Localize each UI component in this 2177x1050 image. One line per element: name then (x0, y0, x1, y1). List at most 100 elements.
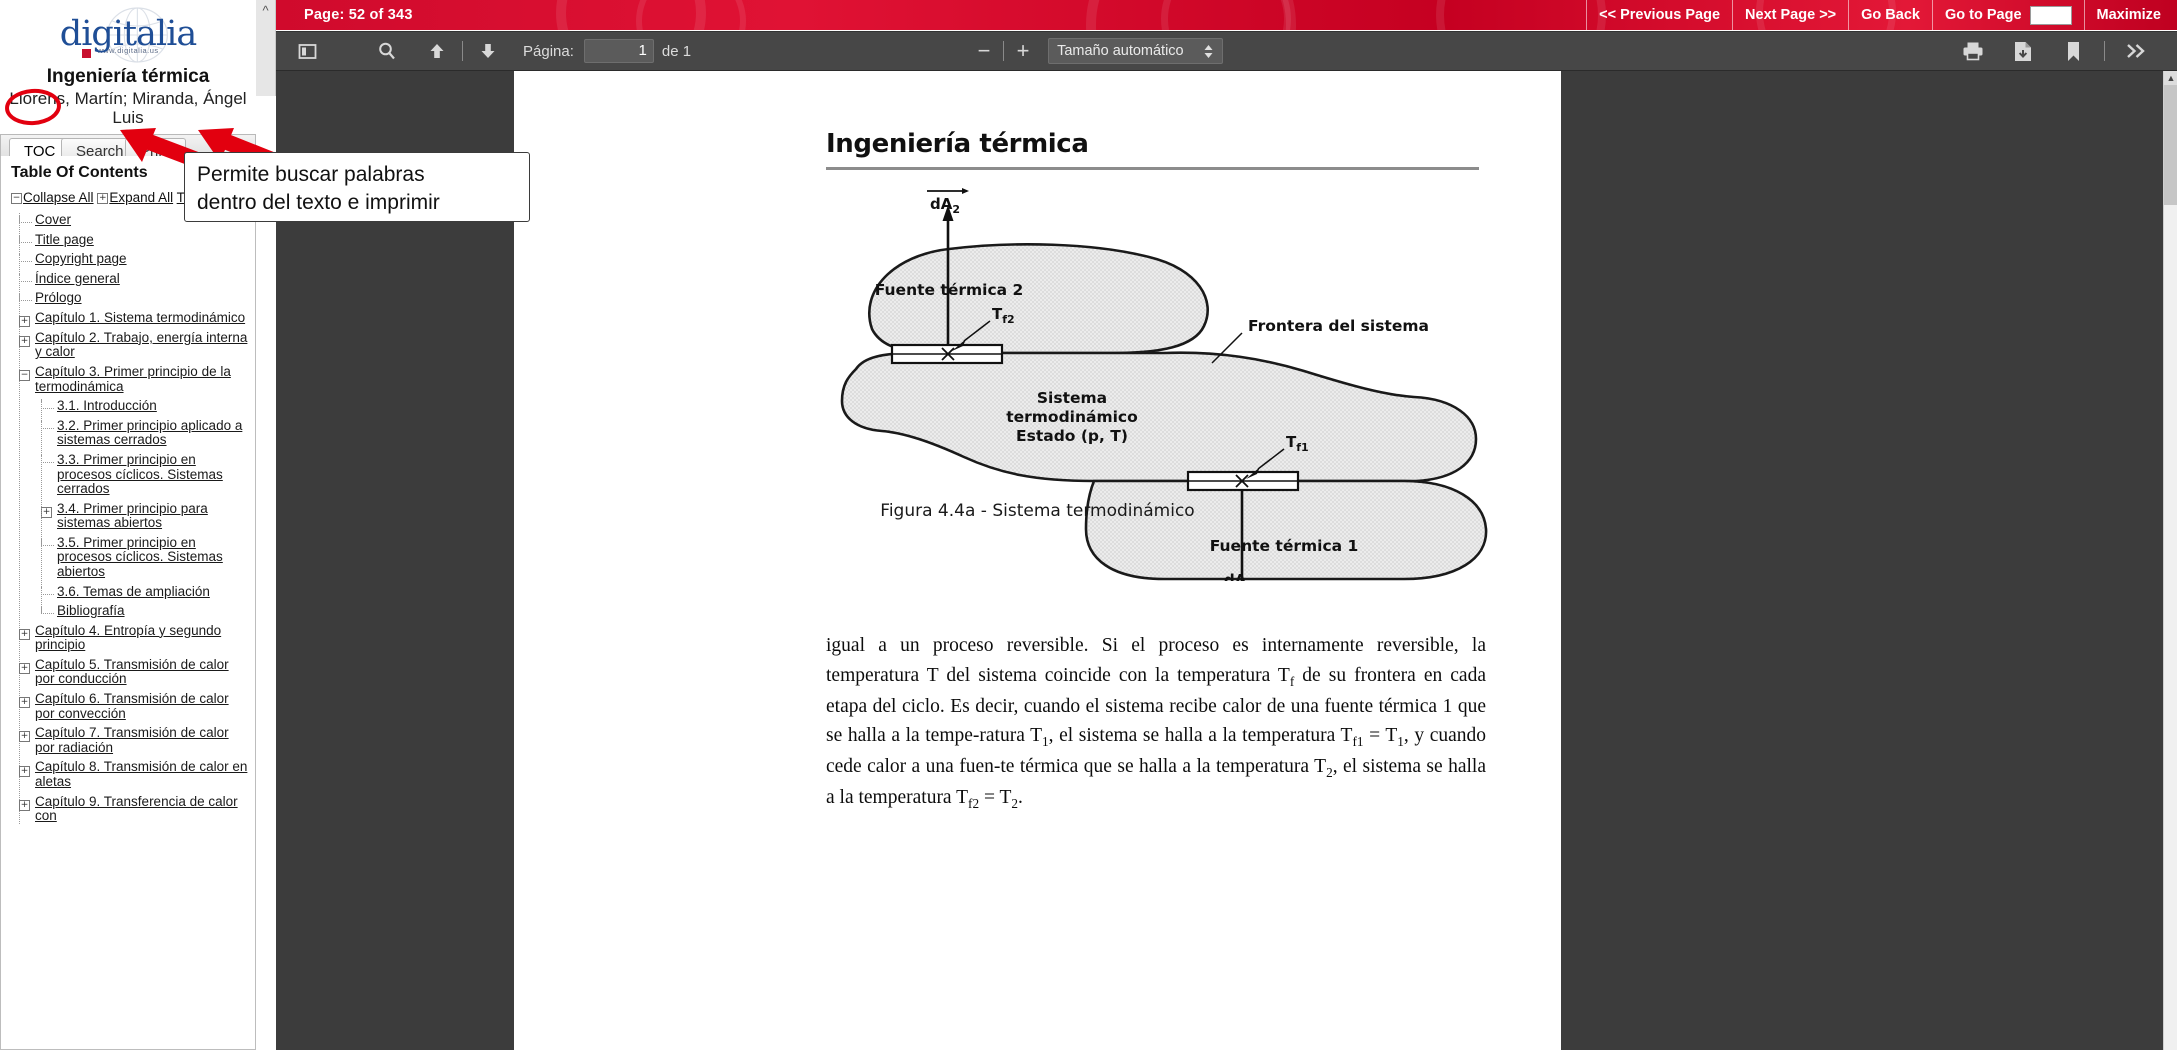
book-authors: Llorens, Martín; Miranda, Ángel Luis (9, 88, 247, 128)
expand-all-icon[interactable]: + (97, 192, 109, 204)
toc-expand-icon[interactable]: + (19, 728, 32, 743)
toc-item-label[interactable]: Cover (35, 212, 71, 228)
toc-item[interactable]: + Capítulo 6. Transmisión de calor por co… (19, 691, 251, 721)
toc-item-label[interactable]: 3.6. Temas de ampliación (57, 584, 210, 600)
toc-expand-icon[interactable]: + (19, 333, 32, 348)
scrollbar-thumb[interactable] (2164, 85, 2177, 205)
double-chevron-right-icon[interactable] (2121, 38, 2151, 64)
toc-tree: Cover Title page Copyright page Índice gene… (9, 212, 251, 824)
tree-toggle-glyph: + (41, 506, 52, 518)
toc-item[interactable]: + Capítulo 9. Transferencia de calor con (19, 794, 251, 824)
toc-item-label[interactable]: Capítulo 3. Primer principio de la termo… (35, 364, 251, 394)
toc-leaf-connector (41, 586, 54, 595)
toc-item[interactable]: Índice general (19, 271, 251, 287)
print-icon[interactable] (1958, 38, 1988, 64)
next-page-button[interactable]: Next Page >> (1733, 0, 1850, 30)
viewer-scrollbar[interactable]: ▲ (2163, 71, 2177, 1050)
up-arrow-icon[interactable] (422, 38, 452, 64)
sidebar-collapse-handle[interactable]: ^ (256, 0, 276, 96)
zoom-divider (1003, 41, 1005, 61)
toolbar-divider (2104, 41, 2105, 61)
label-sistema-3: Estado (p, T) (1016, 427, 1128, 445)
toc-item-label[interactable]: 3.1. Introducción (57, 399, 157, 414)
digitalia-logo[interactable]: digitalia www.digitalia.us (0, 4, 256, 64)
bookmark-icon[interactable] (2058, 38, 2088, 64)
maximize-button[interactable]: Maximize (2085, 0, 2173, 30)
tree-toggle-glyph: + (19, 663, 30, 675)
previous-page-button[interactable]: << Previous Page (1586, 0, 1734, 30)
expand-all-link[interactable]: Expand All (109, 190, 173, 205)
toc-item-label[interactable]: Capítulo 7. Transmisión de calor por rad… (35, 725, 251, 755)
toc-item[interactable]: 3.6. Temas de ampliación (41, 584, 251, 600)
toc-item[interactable]: 3.5. Primer principio en procesos cíclic… (41, 535, 251, 580)
collapse-all-link[interactable]: Collapse All (23, 190, 94, 205)
toc-item[interactable]: + Capítulo 1. Sistema termodinámico (19, 310, 251, 328)
toc-expand-icon[interactable]: + (19, 762, 32, 777)
toc-expand-icon[interactable]: + (19, 626, 32, 640)
go-to-page-input[interactable] (2029, 5, 2072, 25)
decorative-swirl (1436, 0, 1606, 30)
toc-expand-icon[interactable]: + (19, 313, 32, 328)
scroll-up-button[interactable]: ▲ (2164, 71, 2177, 85)
toc-leaf-connector (19, 215, 32, 223)
toc-item-label[interactable]: Índice general (35, 271, 120, 287)
toc-item[interactable]: Bibliografía (41, 604, 251, 619)
toc-item[interactable]: 3.1. Introducción (41, 399, 251, 414)
toc-item-label[interactable]: Capítulo 5. Transmisión de calor por con… (35, 657, 251, 687)
toc-item-label[interactable]: Capítulo 1. Sistema termodinámico (35, 310, 245, 326)
toc-collapse-icon[interactable]: − (19, 367, 32, 382)
search-icon[interactable] (372, 38, 402, 64)
toc-item-label[interactable]: 3.4. Primer principio para sistemas abie… (57, 501, 251, 531)
toc-item[interactable]: + Capítulo 8. Transmisión de calor en ale… (19, 760, 251, 789)
down-arrow-icon[interactable] (473, 38, 503, 64)
toc-item[interactable]: Title page (19, 232, 251, 248)
pdf-page: Ingeniería térmica dA2 dA Tf2 Tf1 Fronte… (514, 71, 1561, 1050)
sidebar-toggle-icon[interactable] (292, 38, 322, 64)
toc-item-label[interactable]: Capítulo 9. Transferencia de calor con (35, 794, 251, 824)
toc-leaf-connector (19, 254, 32, 263)
toc-item[interactable]: 3.3. Primer principio en procesos cíclic… (41, 452, 251, 497)
annotation-callout: Permite buscar palabras dentro del texto… (184, 152, 530, 222)
go-back-button[interactable]: Go Back (1849, 0, 1933, 30)
toc-item-label[interactable]: Capítulo 6. Transmisión de calor por con… (35, 691, 251, 721)
toc-item-label[interactable]: Copyright page (35, 252, 127, 267)
toc-expand-icon[interactable]: + (19, 694, 32, 709)
zoom-out-button[interactable]: − (971, 38, 997, 64)
toc-item[interactable]: Copyright page (19, 252, 251, 267)
toc-item-label[interactable]: Capítulo 4. Entropía y segundo principio (35, 623, 251, 653)
toc-item[interactable]: + Capítulo 4. Entropía y segundo principi… (19, 623, 251, 653)
tree-toggle-glyph: + (19, 628, 30, 640)
toc-item[interactable]: + Capítulo 7. Transmisión de calor por ra… (19, 725, 251, 755)
toc-item-label[interactable]: Bibliografía (57, 604, 125, 619)
toc-item-label[interactable]: 3.3. Primer principio en procesos cíclic… (57, 452, 251, 497)
zoom-level-select[interactable]: Tamaño automático (1048, 38, 1224, 64)
toc-item-label[interactable]: 3.5. Primer principio en procesos cíclic… (57, 535, 251, 580)
toc-leaf-connector (19, 273, 32, 282)
toc-item[interactable]: + Capítulo 2. Trabajo, energía interna y … (19, 330, 251, 360)
toc-item[interactable]: Prólogo (19, 291, 251, 306)
go-to-page-control[interactable]: Go to Page (1933, 0, 2085, 30)
zoom-in-button[interactable]: + (1010, 38, 1036, 64)
toc-item-label[interactable]: Prólogo (35, 291, 82, 306)
collapse-all-icon[interactable]: − (11, 192, 22, 204)
toc-expand-icon[interactable]: + (19, 660, 32, 675)
download-icon[interactable] (2008, 38, 2038, 64)
toc-expand-icon[interactable]: + (19, 797, 32, 811)
toc-item[interactable]: +3.4. Primer principio para sistemas abi… (41, 501, 251, 531)
top-red-toolbar: Page: 52 of 343 << Previous Page Next Pa… (256, 0, 2177, 30)
toc-item-label[interactable]: 3.2. Primer principio aplicado a sistema… (57, 418, 251, 448)
red-nav-buttons: << Previous Page Next Page >> Go Back Go… (1586, 0, 2173, 30)
toc-item-label[interactable]: Title page (35, 232, 94, 248)
toc-item[interactable]: + Capítulo 5. Transmisión de calor por co… (19, 657, 251, 687)
toc-item[interactable]: 3.2. Primer principio aplicado a sistema… (41, 418, 251, 448)
page-number-input[interactable]: 1 (583, 39, 654, 63)
toc-leaf-connector (41, 454, 54, 463)
toc-item-label[interactable]: Capítulo 2. Trabajo, energía interna y c… (35, 330, 251, 360)
toc-item-label[interactable]: Capítulo 8. Transmisión de calor en alet… (35, 760, 251, 789)
toc-expand-icon[interactable]: + (41, 504, 54, 518)
toc-item[interactable]: − Capítulo 3. Primer principio de la term… (19, 364, 251, 394)
toc-leaf-connector (41, 606, 54, 615)
logo-wordmark: digitalia (59, 14, 197, 54)
pdf-viewer[interactable]: Ingeniería térmica dA2 dA Tf2 Tf1 Fronte… (276, 71, 2163, 1050)
callout-line-2: dentro del texto e imprimir (197, 190, 440, 214)
